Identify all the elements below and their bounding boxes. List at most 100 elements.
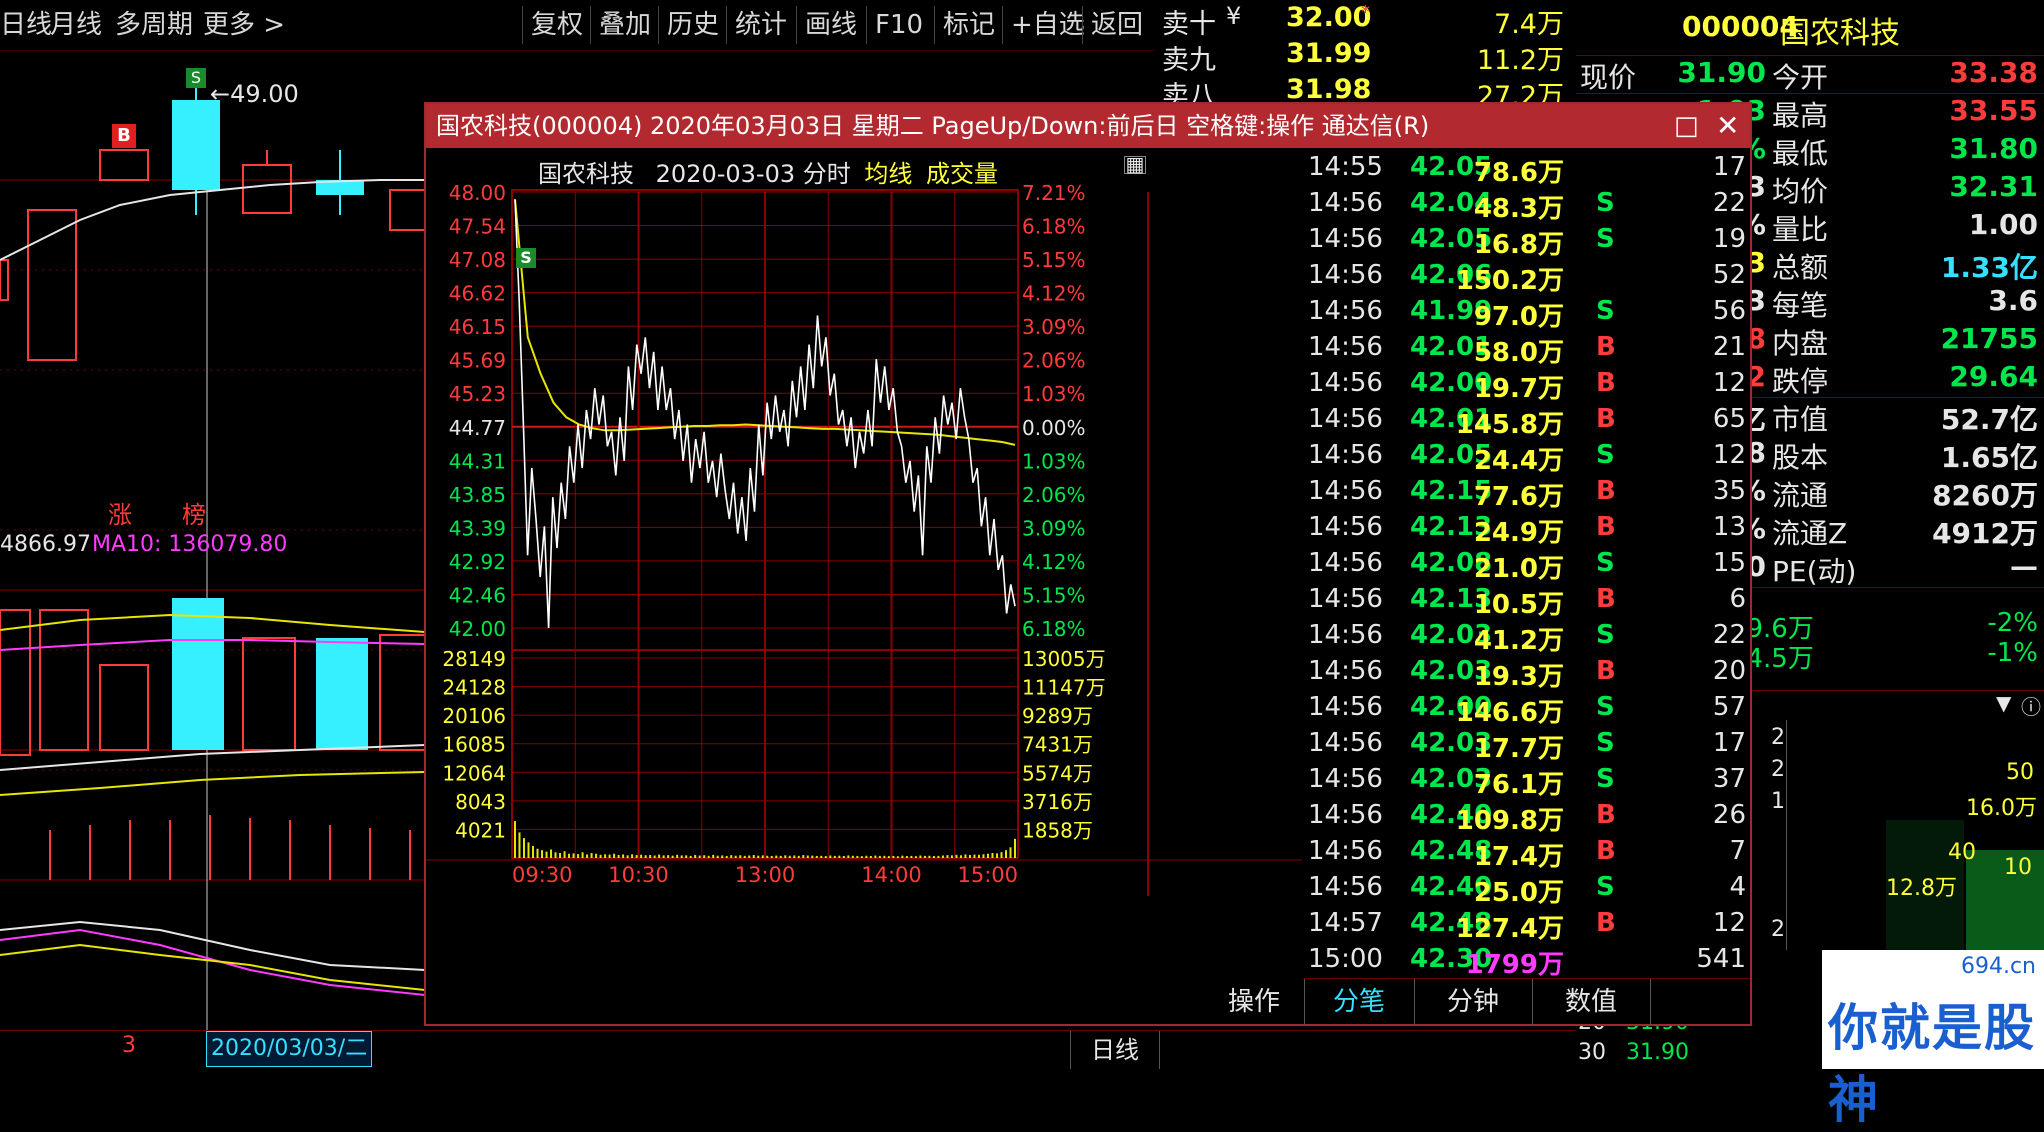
order-book: 卖十 ¥32.00 * 7.4万 卖九 31.99 11.2万 卖八 31.98 27.2万 <box>1156 0 1576 112</box>
tick-volume: 76.1万 <box>1473 770 1564 800</box>
tick-row[interactable]: 15:00 42.30 1799万 541 <box>1304 944 1750 980</box>
orderbook-price: 32.00 <box>1286 2 1372 33</box>
quote-label-right: 量比 <box>1772 213 1829 246</box>
tick-direction: S <box>1596 440 1615 470</box>
tick-time: 14:56 <box>1308 692 1383 722</box>
tick-row[interactable]: 14:56 42.04 48.3万 S 22 <box>1304 188 1750 224</box>
tick-volume: 127.4万 <box>1455 914 1564 944</box>
sell-signal-badge: S <box>186 68 206 88</box>
tick-row[interactable]: 14:56 42.48 17.4万 B 7 <box>1304 836 1750 872</box>
dist-count: 2 <box>1771 757 1785 782</box>
tick-time: 14:56 <box>1308 224 1383 254</box>
filter-icon[interactable]: ▼ <box>1996 691 2011 715</box>
tick-row[interactable]: 14:56 42.03 76.1万 S 37 <box>1304 764 1750 800</box>
quote-label-right: 均价 <box>1772 175 1829 208</box>
toolbar-button-back[interactable]: 返回 <box>1082 6 1151 44</box>
maximize-icon[interactable]: □ <box>1674 104 1699 148</box>
tick-row[interactable]: 14:56 42.40 25.0万 S 4 <box>1304 872 1750 908</box>
tick-direction: B <box>1596 332 1616 362</box>
tick-row[interactable]: 14:56 42.03 17.7万 S 17 <box>1304 728 1750 764</box>
tick-direction: S <box>1596 296 1615 326</box>
toolbar-button-f10[interactable]: F10 <box>866 6 931 44</box>
tick-volume: 24.9万 <box>1473 518 1564 548</box>
tick-volume: 10.5万 <box>1473 590 1564 620</box>
tick-row[interactable]: 14:56 42.00 146.6万 S 57 <box>1304 692 1750 728</box>
tick-time: 14:56 <box>1308 404 1383 434</box>
toolbar-item-multi-period[interactable]: 多周期 <box>115 0 193 50</box>
quote-value-right: 29.64 <box>1949 360 2038 393</box>
toolbar-button-draw[interactable]: 画线 <box>796 6 865 44</box>
tick-volume: 41.2万 <box>1473 626 1564 656</box>
yen-icon: ¥ <box>1226 2 1242 30</box>
tab-minutes[interactable]: 分钟 <box>1414 979 1533 1025</box>
tick-time: 14:56 <box>1308 188 1383 218</box>
amount-tick-label: 7431万 <box>1022 733 1093 757</box>
toolbar-button-statistics[interactable]: 统计 <box>726 6 795 44</box>
kline-chart[interactable]: S ←49.00 B 涨 榜 4866.97 MA10: 136079.80 <box>0 50 425 1030</box>
orderbook-row[interactable]: 卖十 ¥32.00 * 7.4万 <box>1156 2 1576 40</box>
price-tick-label: 44.31 <box>449 449 506 473</box>
watermark-text: 你就是股神 <box>1828 999 2036 1129</box>
orderbook-flag: * <box>1361 2 1370 23</box>
close-icon[interactable]: ✕ <box>1716 104 1739 148</box>
tick-list[interactable]: 14:55 42.05 78.6万 17 14:56 42.04 48.3万 S 22 14:56… <box>1304 148 1750 980</box>
toolbar-button-fuquan[interactable]: 复权 <box>522 6 591 44</box>
toolbar-button-add-watch[interactable]: +自选 <box>1002 6 1093 44</box>
amount-tick-label: 9289万 <box>1022 704 1093 728</box>
tick-volume: 19.3万 <box>1473 662 1564 692</box>
dialog-title-bar[interactable]: 国农科技(000004) 2020年03月03日 星期二 PageUp/Down… <box>426 104 1750 148</box>
quote-label-right: 股本 <box>1772 441 1829 474</box>
tick-count: 19 <box>1712 224 1746 254</box>
tab-ticks[interactable]: 分笔 <box>1304 979 1415 1025</box>
tab-values[interactable]: 数值 <box>1532 979 1651 1025</box>
tick-direction: S <box>1596 224 1615 254</box>
price-tick-label: 46.15 <box>449 315 506 339</box>
tick-row[interactable]: 14:56 42.05 24.4万 S 12 <box>1304 440 1750 476</box>
tick-volume: 24.4万 <box>1473 446 1564 476</box>
toolbar-item-month[interactable]: 月线 <box>50 0 102 50</box>
toolbar-item-more[interactable]: 更多 > <box>203 0 285 50</box>
period-day-button[interactable]: 日线 <box>1070 1031 1160 1069</box>
tick-direction: B <box>1596 476 1616 506</box>
tick-count: 12 <box>1712 908 1746 938</box>
tick-row[interactable]: 14:56 42.08 21.0万 S 15 <box>1304 548 1750 584</box>
tick-row[interactable]: 14:56 42.03 19.3万 B 20 <box>1304 656 1750 692</box>
tick-row[interactable]: 14:56 42.13 24.9万 B 13 <box>1304 512 1750 548</box>
info-icon[interactable]: ⓘ <box>2021 691 2041 720</box>
tick-row[interactable]: 14:56 42.05 16.8万 S 19 <box>1304 224 1750 260</box>
toolbar-button-mark[interactable]: 标记 <box>934 6 1003 44</box>
tick-row[interactable]: 14:56 42.01 145.8万 B 65 <box>1304 404 1750 440</box>
tick-row[interactable]: 14:56 42.13 10.5万 B 6 <box>1304 584 1750 620</box>
tick-time: 14:56 <box>1308 548 1383 578</box>
toolbar-button-history[interactable]: 历史 <box>658 6 727 44</box>
intraday-chart[interactable]: 国农科技 2020-03-03 分时 均线 成交量 ▦ 48.00 7.21% 47… <box>426 148 1302 1024</box>
tick-time: 14:56 <box>1308 440 1383 470</box>
tick-volume: 77.6万 <box>1473 482 1564 512</box>
dist-side-value: 50 <box>2006 760 2034 785</box>
tick-row[interactable]: 14:56 42.00 19.7万 B 12 <box>1304 368 1750 404</box>
orderbook-price: 31.98 <box>1286 74 1372 105</box>
quote-value-right: 1.00 <box>1968 208 2038 241</box>
toolbar-button-overlay[interactable]: 叠加 <box>590 6 659 44</box>
tick-row[interactable]: 14:55 42.05 78.6万 17 <box>1304 152 1750 188</box>
orderbook-row[interactable]: 卖九 31.99 11.2万 <box>1156 38 1576 76</box>
quote-value-right: 1.65亿 <box>1940 441 2038 474</box>
toolbar-item-day[interactable]: 日线 <box>0 0 52 50</box>
tick-row[interactable]: 14:56 42.06 150.2万 52 <box>1304 260 1750 296</box>
pct-tick-label: 4.12% <box>1022 550 1086 574</box>
tick-time: 14:56 <box>1308 584 1383 614</box>
tick-row[interactable]: 14:57 42.48 127.4万 B 12 <box>1304 908 1750 944</box>
tick-volume: 17.4万 <box>1473 842 1564 872</box>
tab-operate[interactable]: 操作 <box>1204 979 1305 1025</box>
tick-row[interactable]: 14:56 42.01 58.0万 B 21 <box>1304 332 1750 368</box>
tick-row[interactable]: 14:56 42.03 41.2万 S 22 <box>1304 620 1750 656</box>
tick-time: 14:56 <box>1308 332 1383 362</box>
tick-volume: 145.8万 <box>1455 410 1564 440</box>
tick-direction: S <box>1596 728 1615 758</box>
tick-row[interactable]: 14:56 41.99 97.0万 S 56 <box>1304 296 1750 332</box>
tick-row[interactable]: 14:56 42.40 109.8万 B 26 <box>1304 800 1750 836</box>
dist-count: 2 <box>1771 917 1785 942</box>
tick-volume: 21.0万 <box>1473 554 1564 584</box>
tick-row[interactable]: 14:56 42.15 77.6万 B 35 <box>1304 476 1750 512</box>
price-tick-label: 45.23 <box>449 382 506 406</box>
